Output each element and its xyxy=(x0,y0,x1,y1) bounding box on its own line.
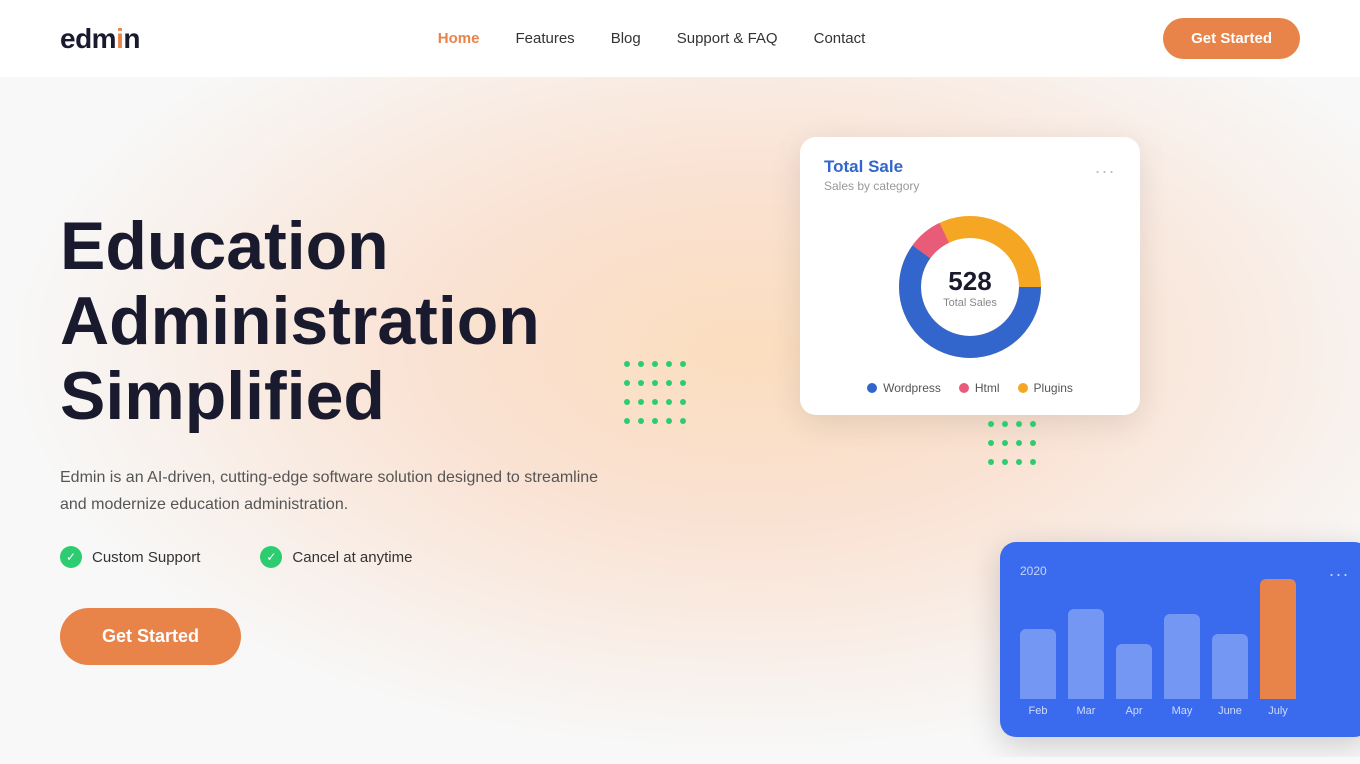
dots-grid-right xyxy=(984,417,1040,474)
legend-plugins: Plugins xyxy=(1018,381,1073,395)
legend-html: Html xyxy=(959,381,1000,395)
navbar: edmin Home Features Blog Support & FAQ C… xyxy=(0,0,1360,77)
bar-col-mar: Mar xyxy=(1068,609,1104,717)
donut-chart-container: 528 Total Sales xyxy=(824,207,1116,367)
bar-mar xyxy=(1068,609,1104,699)
legend-wordpress: Wordpress xyxy=(867,381,941,395)
hero-title: Education Administration Simplified xyxy=(60,209,620,433)
hero-description: Edmin is an AI-driven, cutting-edge soft… xyxy=(60,465,620,518)
hero-dashboard: Total Sale Sales by category ... 528 Tot… xyxy=(800,117,1360,757)
bar-month-feb: Feb xyxy=(1029,705,1048,717)
legend-dot-plugins xyxy=(1018,383,1028,393)
nav-link-support[interactable]: Support & FAQ xyxy=(677,30,778,47)
donut-legend: Wordpress Html Plugins xyxy=(824,381,1116,395)
nav-link-contact[interactable]: Contact xyxy=(814,30,866,47)
donut-card: Total Sale Sales by category ... 528 Tot… xyxy=(800,137,1140,415)
feature-custom-support: ✓ Custom Support xyxy=(60,546,200,568)
bar-col-may: May xyxy=(1164,614,1200,717)
feature-label-2: Cancel at anytime xyxy=(292,549,412,566)
hero-content: Education Administration Simplified Edmi… xyxy=(60,169,620,665)
bar-feb xyxy=(1020,629,1056,699)
donut-center-label: 528 Total Sales xyxy=(943,266,997,309)
logo-dot: i xyxy=(116,23,123,54)
bar-chart: Feb Mar Apr May June xyxy=(1020,591,1350,721)
bar-col-june: June xyxy=(1212,634,1248,717)
donut-card-header: Total Sale Sales by category ... xyxy=(824,157,1116,193)
legend-label-html: Html xyxy=(975,381,1000,395)
donut-card-subtitle: Sales by category xyxy=(824,179,919,193)
nav-cta-button[interactable]: Get Started xyxy=(1163,18,1300,59)
donut-card-title-group: Total Sale Sales by category xyxy=(824,157,919,193)
hero-section: Education Administration Simplified Edmi… xyxy=(0,77,1360,757)
dots-grid-left xyxy=(620,357,690,433)
donut-total-label: Total Sales xyxy=(943,297,997,309)
logo: edmin xyxy=(60,23,140,55)
legend-dot-html xyxy=(959,383,969,393)
feature-cancel-anytime: ✓ Cancel at anytime xyxy=(260,546,412,568)
bar-card-year: 2020 xyxy=(1020,564,1047,578)
feature-label-1: Custom Support xyxy=(92,549,200,566)
donut-card-title: Total Sale xyxy=(824,157,919,177)
donut-total-number: 528 xyxy=(943,266,997,297)
bar-may xyxy=(1164,614,1200,699)
bar-month-may: May xyxy=(1172,705,1193,717)
nav-link-blog[interactable]: Blog xyxy=(611,30,641,47)
bar-card: 2020 ... Feb Mar Apr May xyxy=(1000,542,1360,737)
nav-link-home[interactable]: Home xyxy=(438,30,480,47)
bar-june xyxy=(1212,634,1248,699)
donut-card-menu-icon[interactable]: ... xyxy=(1095,157,1116,178)
bar-month-apr: Apr xyxy=(1125,705,1142,717)
hero-cta-button[interactable]: Get Started xyxy=(60,608,241,665)
nav-link-features[interactable]: Features xyxy=(515,30,574,47)
legend-label-wordpress: Wordpress xyxy=(883,381,941,395)
legend-dot-wordpress xyxy=(867,383,877,393)
legend-label-plugins: Plugins xyxy=(1034,381,1073,395)
bar-card-menu-icon[interactable]: ... xyxy=(1329,560,1350,581)
nav-links: Home Features Blog Support & FAQ Contact xyxy=(438,30,866,48)
bar-apr xyxy=(1116,644,1152,699)
bar-month-june: June xyxy=(1218,705,1242,717)
check-icon-2: ✓ xyxy=(260,546,282,568)
bar-col-apr: Apr xyxy=(1116,644,1152,717)
bar-month-mar: Mar xyxy=(1077,705,1096,717)
bar-month-july: July xyxy=(1268,705,1288,717)
bar-july xyxy=(1260,579,1296,699)
bar-col-july: July xyxy=(1260,579,1296,717)
check-icon-1: ✓ xyxy=(60,546,82,568)
bar-col-feb: Feb xyxy=(1020,629,1056,717)
hero-features: ✓ Custom Support ✓ Cancel at anytime xyxy=(60,546,620,568)
